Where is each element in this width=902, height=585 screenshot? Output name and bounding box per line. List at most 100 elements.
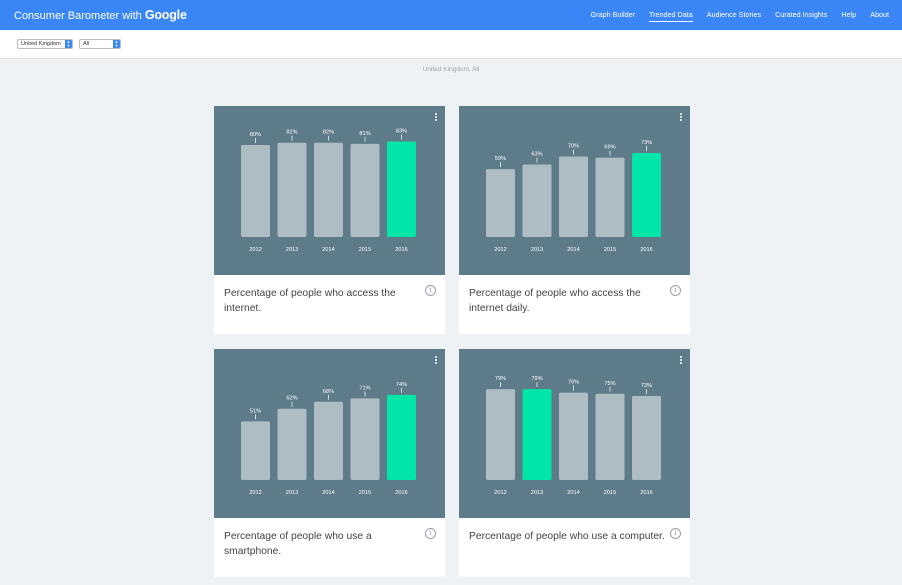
info-icon[interactable]: i <box>670 285 681 296</box>
data-label: 81% <box>359 131 370 137</box>
data-label: 82% <box>323 130 334 136</box>
chart-card: 51% 2012 62% 2013 68% 2014 71% 2015 74% 2016 Perc… <box>214 349 445 577</box>
more-vert-icon[interactable] <box>678 113 684 123</box>
more-vert-icon[interactable] <box>433 356 439 366</box>
brand-title: Consumer Barometer with <box>14 10 142 22</box>
chart-plot-area: 79% 2012 79% 2013 76% 2014 75% 2015 73% 2016 <box>459 349 690 518</box>
x-tick-label: 2013 <box>286 490 298 496</box>
country-select[interactable]: United Kingdom ▲ ▼ <box>17 39 73 49</box>
x-tick-label: 2014 <box>567 490 579 496</box>
data-label: 68% <box>323 389 334 395</box>
bar-chart: 80% 2012 82% 2013 82% 2014 81% 2015 83% 2016 <box>241 129 416 253</box>
info-icon[interactable]: i <box>425 528 436 539</box>
chart-plot-area: 80% 2012 82% 2013 82% 2014 81% 2015 83% 2016 <box>214 106 445 275</box>
x-tick-label: 2014 <box>322 247 334 253</box>
bar <box>314 401 343 480</box>
select-arrows-icon: ▲ ▼ <box>113 39 120 48</box>
x-tick-label: 2012 <box>494 247 506 253</box>
data-label: 75% <box>604 381 615 387</box>
country-select-value: United Kingdom <box>21 41 61 47</box>
x-tick-label: 2013 <box>531 247 543 253</box>
x-tick-label: 2016 <box>640 490 652 496</box>
bar <box>632 396 661 480</box>
x-tick-label: 2014 <box>322 490 334 496</box>
bar-highlight <box>387 141 416 237</box>
info-icon[interactable]: i <box>425 285 436 296</box>
bar <box>241 421 270 480</box>
chart-card: 79% 2012 79% 2013 76% 2014 75% 2015 73% 2016 Perc… <box>459 349 690 577</box>
bar-chart: 59% 2012 63% 2013 70% 2014 69% 2015 73% 2016 <box>486 140 661 253</box>
bar-chart: 51% 2012 62% 2013 68% 2014 71% 2015 74% 2016 <box>241 382 416 496</box>
nav-graph-builder[interactable]: Graph Builder <box>591 0 635 30</box>
nav-help[interactable]: Help <box>841 0 856 30</box>
data-label: 82% <box>286 130 297 136</box>
data-label: 79% <box>531 376 542 382</box>
bar <box>350 143 380 237</box>
chart-plot-area: 51% 2012 62% 2013 68% 2014 71% 2015 74% 2016 <box>214 349 445 518</box>
audience-select[interactable]: All ▲ ▼ <box>79 39 121 49</box>
nav-audience-stories[interactable]: Audience Stories <box>707 0 761 30</box>
filter-bar: United Kingdom ▲ ▼ All ▲ ▼ <box>0 30 902 59</box>
top-bar: Consumer Barometer with Google Graph Bui… <box>0 0 902 30</box>
more-vert-icon[interactable] <box>433 113 439 123</box>
nav-about[interactable]: About <box>870 0 889 30</box>
data-label: 76% <box>568 380 579 386</box>
data-label: 51% <box>250 408 261 414</box>
brand-logo[interactable]: Consumer Barometer with Google <box>14 0 187 30</box>
data-label: 71% <box>359 385 370 391</box>
bar <box>277 142 307 237</box>
x-tick-label: 2012 <box>494 490 506 496</box>
data-label: 73% <box>641 383 652 389</box>
nav-trended-data[interactable]: Trended Data <box>649 0 693 30</box>
chart-card: 80% 2012 82% 2013 82% 2014 81% 2015 83% 2016 Perc… <box>214 106 445 334</box>
page-subtitle: United Kingdom, All <box>422 66 480 73</box>
x-tick-label: 2016 <box>395 247 407 253</box>
data-label: 79% <box>495 376 506 382</box>
chart-caption: Percentage of people who use a computer. <box>469 531 665 542</box>
bar <box>314 142 343 237</box>
chart-card: 59% 2012 63% 2013 70% 2014 69% 2015 73% 2016 Perc… <box>459 106 690 334</box>
x-tick-label: 2012 <box>249 490 261 496</box>
more-vert-icon[interactable] <box>678 356 684 366</box>
bar <box>241 145 270 237</box>
x-tick-label: 2012 <box>249 247 261 253</box>
data-label: 63% <box>531 152 542 158</box>
chart-caption: Percentage of people who access the inte… <box>469 288 641 314</box>
chart-plot-area: 59% 2012 63% 2013 70% 2014 69% 2015 73% 2016 <box>459 106 690 275</box>
x-tick-label: 2016 <box>640 247 652 253</box>
x-tick-label: 2015 <box>359 490 371 496</box>
bar <box>277 408 307 480</box>
data-label: 69% <box>604 145 615 151</box>
x-tick-label: 2015 <box>359 247 371 253</box>
bar <box>595 157 625 237</box>
data-label: 74% <box>396 382 407 388</box>
x-tick-label: 2014 <box>567 247 579 253</box>
nav-curated-insights[interactable]: Curated Insights <box>775 0 827 30</box>
main-nav: Graph Builder Trended Data Audience Stor… <box>591 0 889 30</box>
bar <box>595 393 625 480</box>
x-tick-label: 2015 <box>604 247 616 253</box>
data-label: 73% <box>641 140 652 146</box>
bar <box>559 156 588 237</box>
data-label: 70% <box>568 144 579 150</box>
data-label: 80% <box>250 132 261 138</box>
chart-caption: Percentage of people who access the inte… <box>224 288 396 314</box>
bar <box>559 392 588 480</box>
select-arrows-icon: ▲ ▼ <box>65 39 72 48</box>
x-tick-label: 2013 <box>286 247 298 253</box>
bar-highlight <box>522 389 552 480</box>
audience-select-value: All <box>83 41 90 47</box>
chart-caption: Percentage of people who use a smartphon… <box>224 531 372 557</box>
x-tick-label: 2013 <box>531 490 543 496</box>
data-label: 62% <box>286 396 297 402</box>
bar-highlight <box>387 394 416 480</box>
bar <box>350 398 380 480</box>
bar <box>486 389 515 480</box>
x-tick-label: 2015 <box>604 490 616 496</box>
google-logo-text: Google <box>144 8 187 22</box>
info-icon[interactable]: i <box>670 528 681 539</box>
bar <box>522 164 552 237</box>
bar-highlight <box>632 153 661 237</box>
bar-chart: 79% 2012 79% 2013 76% 2014 75% 2015 73% 2016 <box>486 376 661 496</box>
bar <box>486 169 515 237</box>
